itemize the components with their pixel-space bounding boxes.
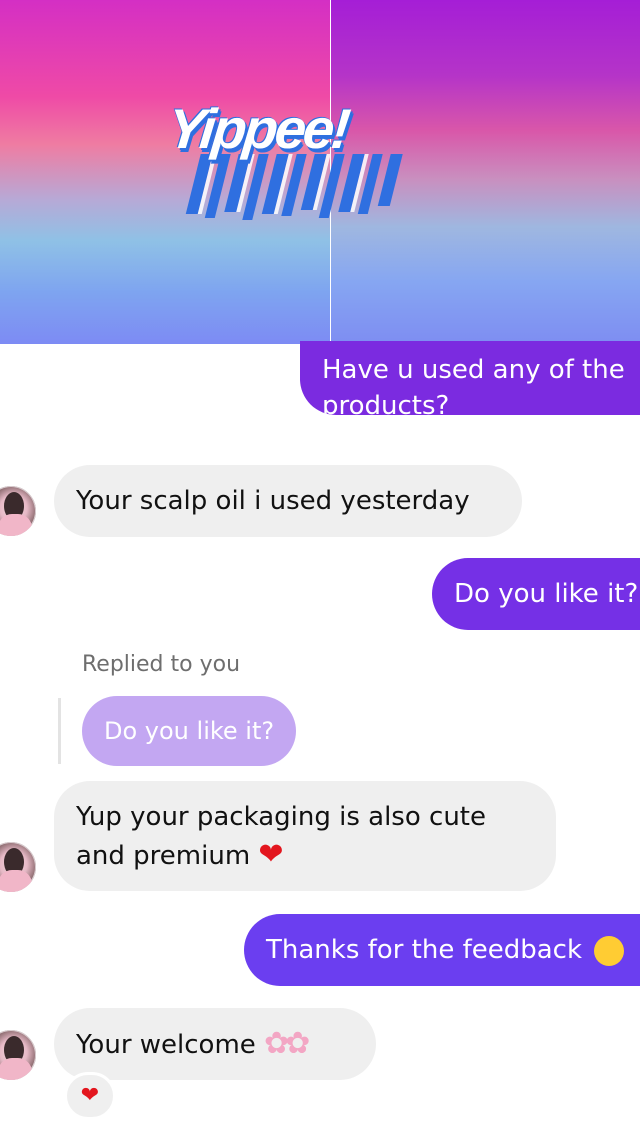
message-text: and premium [76, 841, 251, 871]
contact-avatar[interactable] [0, 842, 36, 892]
contact-avatar[interactable] [0, 486, 36, 536]
message-text-line: Yup your packaging is also cute [76, 802, 486, 832]
avatar-dress [0, 514, 32, 536]
avatar-dress [0, 870, 32, 892]
message-sent-1[interactable]: Have u used any of the products? [300, 341, 640, 415]
message-text-line: products? [322, 391, 450, 415]
contact-avatar[interactable] [0, 1030, 36, 1080]
avatar-dress [0, 1058, 32, 1080]
message-text: Your welcome [76, 1030, 256, 1060]
message-text: Thanks for the feedback [266, 935, 583, 965]
message-received-3[interactable]: Your welcome ✿✿ [54, 1008, 376, 1080]
quoted-message[interactable]: Do you like it? [82, 696, 297, 766]
cherry-blossom-emoji: ✿✿ [264, 1026, 310, 1061]
logo-stripes-graphic [185, 154, 403, 220]
message-sent-3[interactable]: Thanks for the feedback [244, 914, 640, 986]
smiling-face-emoji [594, 935, 625, 966]
reply-indicator-line [58, 698, 61, 764]
heart-reaction-icon[interactable]: ❤ [64, 1072, 116, 1120]
message-received-1[interactable]: Your scalp oil i used yesterday [54, 465, 522, 537]
header-banner: Yippee! [0, 0, 640, 344]
replied-to-you-label: Replied to you [82, 652, 241, 677]
message-text-line: and premium ❤ [76, 836, 556, 875]
message-sent-2[interactable]: Do you like it? [432, 558, 640, 630]
yippee-sticker[interactable]: Yippee! [160, 96, 430, 236]
message-text: Do you like it? [454, 579, 639, 609]
logo-text: Yippee! [164, 97, 351, 160]
heart-emoji: ❤ [258, 837, 284, 872]
message-text: Your scalp oil i used yesterday [76, 486, 470, 516]
message-received-2[interactable]: Yup your packaging is also cute and prem… [54, 781, 556, 891]
message-text-line: Have u used any of the [322, 355, 625, 385]
